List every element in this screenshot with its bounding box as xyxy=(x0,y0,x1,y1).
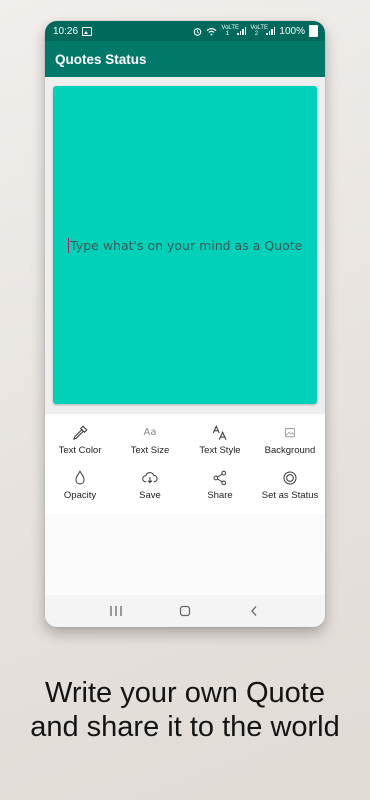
tool-panel: Text Color Aa Text Size Text Style Backg… xyxy=(45,414,325,514)
share-icon xyxy=(213,470,227,486)
status-time: 10:26 xyxy=(53,25,79,37)
text-size-label: Text Size xyxy=(130,445,170,456)
set-as-status-label: Set as Status xyxy=(261,490,319,501)
text-cursor xyxy=(67,237,70,253)
system-nav-bar xyxy=(45,595,325,627)
battery-icon xyxy=(309,25,318,37)
text-size-button[interactable]: Aa Text Size xyxy=(115,424,185,469)
back-button[interactable] xyxy=(239,596,269,626)
status-bar: 10:26 VoLTE 1 VoLTE 2 100% xyxy=(45,21,325,41)
quote-canvas[interactable]: Type what's on your mind as a Quote xyxy=(53,86,317,404)
quote-placeholder: Type what's on your mind as a Quote xyxy=(70,237,303,253)
app-title: Quotes Status xyxy=(55,51,147,67)
image-icon xyxy=(285,428,295,438)
cloud-download-icon xyxy=(142,472,158,484)
save-label: Save xyxy=(139,490,161,501)
share-label: Share xyxy=(207,490,233,501)
background-label: Background xyxy=(264,445,316,456)
text-color-button[interactable]: Text Color xyxy=(45,424,115,469)
promo-caption: Write your own Quote and share it to the… xyxy=(0,676,370,744)
caption-line-1: Write your own Quote xyxy=(45,677,325,709)
phone-frame: 10:26 VoLTE 1 VoLTE 2 100% Quotes Status xyxy=(45,21,325,627)
volte-1-label: VoLTE 1 xyxy=(221,25,239,37)
status-ring-icon xyxy=(283,471,297,485)
signal-1-icon xyxy=(237,27,247,35)
recent-apps-button[interactable] xyxy=(101,596,131,626)
alarm-icon xyxy=(194,27,202,36)
caption-line-2: and share it to the world xyxy=(30,711,340,743)
text-color-label: Text Color xyxy=(58,445,102,456)
background-button[interactable]: Background xyxy=(255,424,325,469)
wifi-icon xyxy=(207,27,217,35)
save-button[interactable]: Save xyxy=(115,469,185,514)
signal-2-icon xyxy=(266,27,276,35)
share-button[interactable]: Share xyxy=(185,469,255,514)
gallery-notification-icon xyxy=(82,26,93,36)
recent-apps-icon xyxy=(110,606,122,616)
home-icon xyxy=(179,605,191,617)
opacity-button[interactable]: Opacity xyxy=(45,469,115,514)
volte-2-label: VoLTE 2 xyxy=(250,25,268,37)
battery-percent: 100% xyxy=(279,25,305,37)
text-style-label: Text Style xyxy=(199,445,241,456)
set-as-status-button[interactable]: Set as Status xyxy=(255,469,325,514)
text-style-icon xyxy=(212,425,227,440)
tool-row-1: Text Color Aa Text Size Text Style Backg… xyxy=(45,424,325,469)
app-bar: Quotes Status xyxy=(45,41,325,77)
eyedropper-icon xyxy=(73,425,88,440)
text-size-icon: Aa xyxy=(143,427,157,438)
editor-area: Type what's on your mind as a Quote xyxy=(45,77,325,414)
tool-row-2: Opacity Save Share Set as Status xyxy=(45,469,325,514)
opacity-label: Opacity xyxy=(63,490,97,501)
quote-input[interactable]: Type what's on your mind as a Quote xyxy=(67,237,303,253)
empty-area xyxy=(45,514,325,598)
home-button[interactable] xyxy=(170,596,200,626)
opacity-drop-icon xyxy=(75,470,85,485)
text-style-button[interactable]: Text Style xyxy=(185,424,255,469)
back-icon xyxy=(251,606,257,616)
